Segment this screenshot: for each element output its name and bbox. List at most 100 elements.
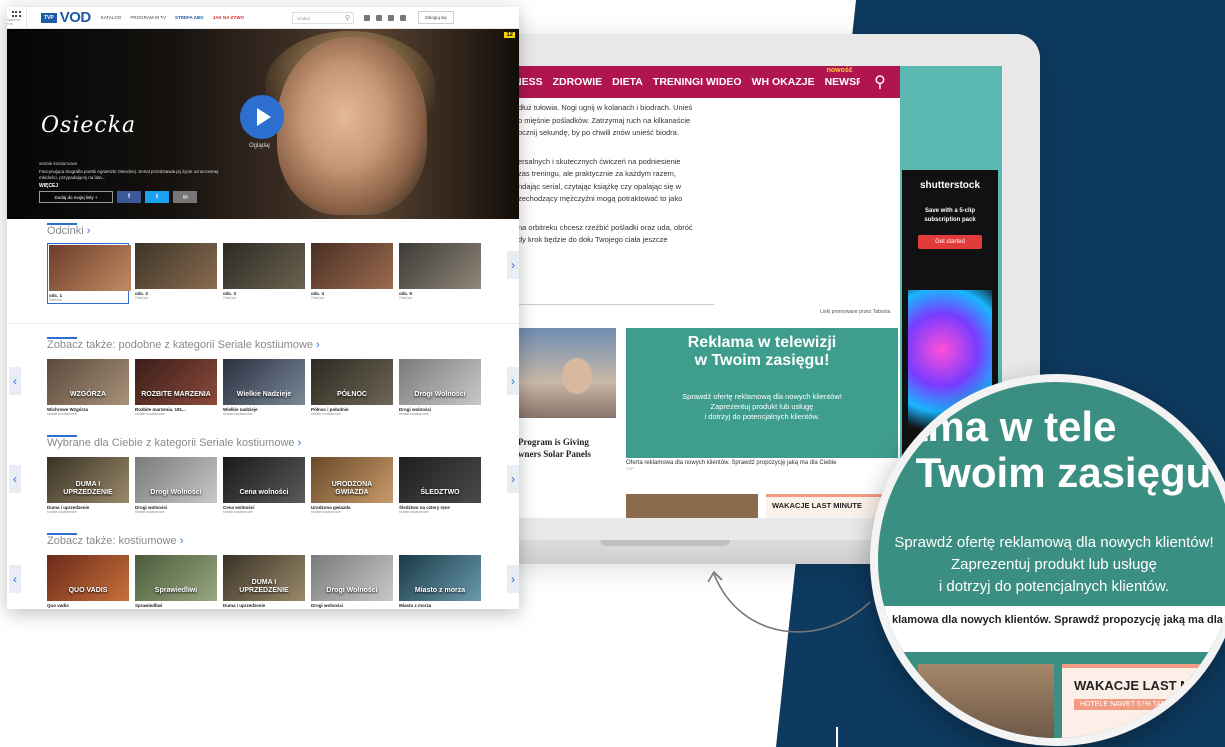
arrow-left-icon[interactable]: ‹ bbox=[9, 465, 21, 493]
similar-row: WZGÓRZA Wichrowe Wzgórza seriale kostiumow… bbox=[47, 359, 481, 416]
menu-tv-program[interactable]: PROGRAM W TV bbox=[130, 15, 166, 20]
video-subtitle: seriale kostiumowe bbox=[311, 412, 341, 416]
arrow-right-icon[interactable]: › bbox=[507, 367, 519, 395]
get-started-button[interactable]: Get started bbox=[918, 235, 982, 249]
video-subtitle: Osiecka bbox=[223, 296, 236, 300]
teaser-image[interactable] bbox=[518, 328, 616, 418]
video-card[interactable]: ROZBITE MARZENIA Rozbite marzenia. 191...… bbox=[135, 359, 217, 416]
video-card[interactable]: Drogi Wolności Drogi wolności bbox=[311, 555, 393, 608]
video-card[interactable]: Sprawiedliwi Sprawiedliwi bbox=[135, 555, 217, 608]
divider bbox=[518, 304, 714, 305]
ad-caption-source: TVP bbox=[626, 466, 634, 471]
video-card[interactable]: odc. 1 Osiecka bbox=[47, 243, 131, 304]
video-card[interactable]: QUO VADIS Quo vadis bbox=[47, 555, 129, 608]
twitter-icon[interactable] bbox=[388, 14, 395, 21]
add-to-list-button[interactable]: Dodaj do mojej listy + bbox=[39, 191, 113, 203]
youtube-icon[interactable] bbox=[400, 14, 407, 21]
video-card[interactable]: odc. 2 Osiecka bbox=[135, 243, 217, 304]
thumbnail-title: DUMA I UPRZEDZENIE bbox=[63, 481, 113, 496]
video-thumbnail[interactable]: Drogi Wolności bbox=[399, 359, 481, 405]
play-button[interactable] bbox=[240, 95, 284, 139]
video-card[interactable]: Drogi Wolności Drogi wolności seriale kost… bbox=[135, 457, 217, 514]
video-thumbnail[interactable] bbox=[399, 243, 481, 289]
video-thumbnail[interactable]: DUMA I UPRZEDZENIE bbox=[223, 555, 305, 601]
chevron-right-icon: › bbox=[297, 437, 302, 449]
video-card[interactable]: odc. 3 Osiecka bbox=[223, 243, 305, 304]
episodes-title-text: Odcinki bbox=[47, 225, 84, 237]
video-thumbnail[interactable] bbox=[223, 243, 305, 289]
teaser-headline[interactable]: Program is Giving wners Solar Panels bbox=[518, 436, 591, 460]
tvp-logo[interactable]: TVP bbox=[41, 12, 57, 23]
zoom-photo bbox=[918, 664, 1054, 738]
arrow-right-icon[interactable]: › bbox=[507, 251, 519, 279]
thumbnail-title: QUO VADIS bbox=[68, 587, 108, 594]
video-thumbnail[interactable]: Cena wolności bbox=[223, 457, 305, 503]
nav-item[interactable]: WH OKAZJE bbox=[752, 76, 815, 88]
zoom-subtext: Sprawdź ofertę reklamową dla nowych klie… bbox=[894, 534, 1214, 595]
instagram-icon[interactable] bbox=[376, 14, 383, 21]
video-thumbnail[interactable] bbox=[49, 245, 131, 291]
video-thumbnail[interactable]: WZGÓRZA bbox=[47, 359, 129, 405]
video-card[interactable]: Cena wolności Cena wolności seriale kostiu… bbox=[223, 457, 305, 514]
facebook-icon[interactable] bbox=[364, 14, 371, 21]
menu-catalog[interactable]: KATALOG bbox=[101, 15, 122, 20]
video-card[interactable]: DUMA I UPRZEDZENIE Duma i uprzedzenie bbox=[223, 555, 305, 608]
search-icon[interactable]: ⚲ bbox=[345, 14, 350, 22]
arrow-left-icon[interactable]: ‹ bbox=[9, 565, 21, 593]
video-card[interactable]: Miasto z morza Miasto z morza bbox=[399, 555, 481, 608]
video-card[interactable]: Wielkie Nadzieje Wielkie nadzieje seriale … bbox=[223, 359, 305, 416]
nav-item[interactable]: ZDROWIE bbox=[553, 76, 603, 88]
video-thumbnail[interactable]: DUMA I UPRZEDZENIE bbox=[47, 457, 129, 503]
video-thumbnail[interactable]: Wielkie Nadzieje bbox=[223, 359, 305, 405]
video-thumbnail[interactable]: Drogi Wolności bbox=[135, 457, 217, 503]
episodes-title[interactable]: Odcinki › bbox=[47, 225, 90, 237]
similar-title[interactable]: Zobacz także: podobne z kategorii Serial… bbox=[47, 339, 320, 351]
video-card[interactable]: URODZONA GWIAZDA Urodzona gwiazda seriale … bbox=[311, 457, 393, 514]
search-input[interactable]: szukaj ⚲ bbox=[292, 11, 355, 24]
mail-share-button[interactable]: ✉ bbox=[173, 191, 197, 203]
video-card[interactable]: WZGÓRZA Wichrowe Wzgórza seriale kostiumow… bbox=[47, 359, 129, 416]
video-subtitle: seriale kostiumowe bbox=[135, 412, 165, 416]
thumbnail-title: DUMA I UPRZEDZENIE bbox=[239, 579, 289, 594]
video-card[interactable]: DUMA I UPRZEDZENIE Duma i uprzedzenie seri… bbox=[47, 457, 129, 514]
arrow-right-icon[interactable]: › bbox=[507, 465, 519, 493]
video-card[interactable]: PÓŁNOC Północ i południe seriale kostiumow… bbox=[311, 359, 393, 416]
video-card[interactable]: Drogi Wolności Drogi wolności seriale kost… bbox=[399, 359, 481, 416]
ad-banner[interactable]: Reklama w telewizji w Twoim zasięgu! Spr… bbox=[626, 328, 898, 458]
thumbnail-title: Cena wolności bbox=[239, 489, 289, 496]
video-thumbnail[interactable]: Sprawiedliwi bbox=[135, 555, 217, 601]
video-card[interactable]: ŚLEDZTWO Śledztwo na cztery ręce seriale k… bbox=[399, 457, 481, 514]
related-title[interactable]: Zobacz także: kostiumowe › bbox=[47, 535, 183, 547]
facebook-share-button[interactable]: f bbox=[117, 191, 141, 203]
video-thumbnail[interactable]: Drogi Wolności bbox=[311, 555, 393, 601]
arrow-left-icon[interactable]: ‹ bbox=[9, 367, 21, 395]
video-card[interactable]: odc. 5 Osiecka bbox=[399, 243, 481, 304]
nav-item[interactable]: DIETA bbox=[612, 76, 643, 88]
login-button[interactable]: Zaloguj się bbox=[418, 11, 454, 24]
vod-logo[interactable]: VOD bbox=[60, 9, 92, 26]
for-you-title[interactable]: Wybrane dla Ciebie z kategorii Seriale k… bbox=[47, 437, 301, 449]
video-thumbnail[interactable]: Miasto z morza bbox=[399, 555, 481, 601]
arrow-right-icon[interactable]: › bbox=[507, 565, 519, 593]
video-thumbnail[interactable]: URODZONA GWIAZDA bbox=[311, 457, 393, 503]
zoom-promo-title: WAKACJE LAST M bbox=[1074, 678, 1191, 693]
video-thumbnail[interactable]: ŚLEDZTWO bbox=[399, 457, 481, 503]
ad-caption[interactable]: Oferta reklamowa dla nowych klientów. Sp… bbox=[626, 460, 898, 472]
video-thumbnail[interactable]: QUO VADIS bbox=[47, 555, 129, 601]
menu-strefa-abo[interactable]: STREFA ABO bbox=[175, 15, 204, 20]
video-thumbnail[interactable] bbox=[311, 243, 393, 289]
nav-item[interactable]: TRENINGI WIDEO bbox=[653, 76, 742, 88]
video-thumbnail[interactable] bbox=[135, 243, 217, 289]
video-title: Miasto z morza bbox=[399, 603, 432, 608]
video-subtitle: Osiecka bbox=[49, 298, 62, 302]
play-label[interactable]: Oglądaj bbox=[249, 143, 270, 149]
search-icon[interactable]: ⚲ bbox=[860, 66, 900, 98]
menu-live[interactable]: JAK NA ŻYWO bbox=[213, 15, 244, 20]
more-link[interactable]: WIĘCEJ bbox=[39, 183, 58, 189]
thumbnail[interactable] bbox=[626, 494, 758, 518]
apps-grid-icon[interactable]: SERWISY TVP bbox=[7, 7, 27, 29]
twitter-share-button[interactable]: t bbox=[145, 191, 169, 203]
video-card[interactable]: odc. 4 Osiecka bbox=[311, 243, 393, 304]
video-thumbnail[interactable]: ROZBITE MARZENIA bbox=[135, 359, 217, 405]
video-thumbnail[interactable]: PÓŁNOC bbox=[311, 359, 393, 405]
